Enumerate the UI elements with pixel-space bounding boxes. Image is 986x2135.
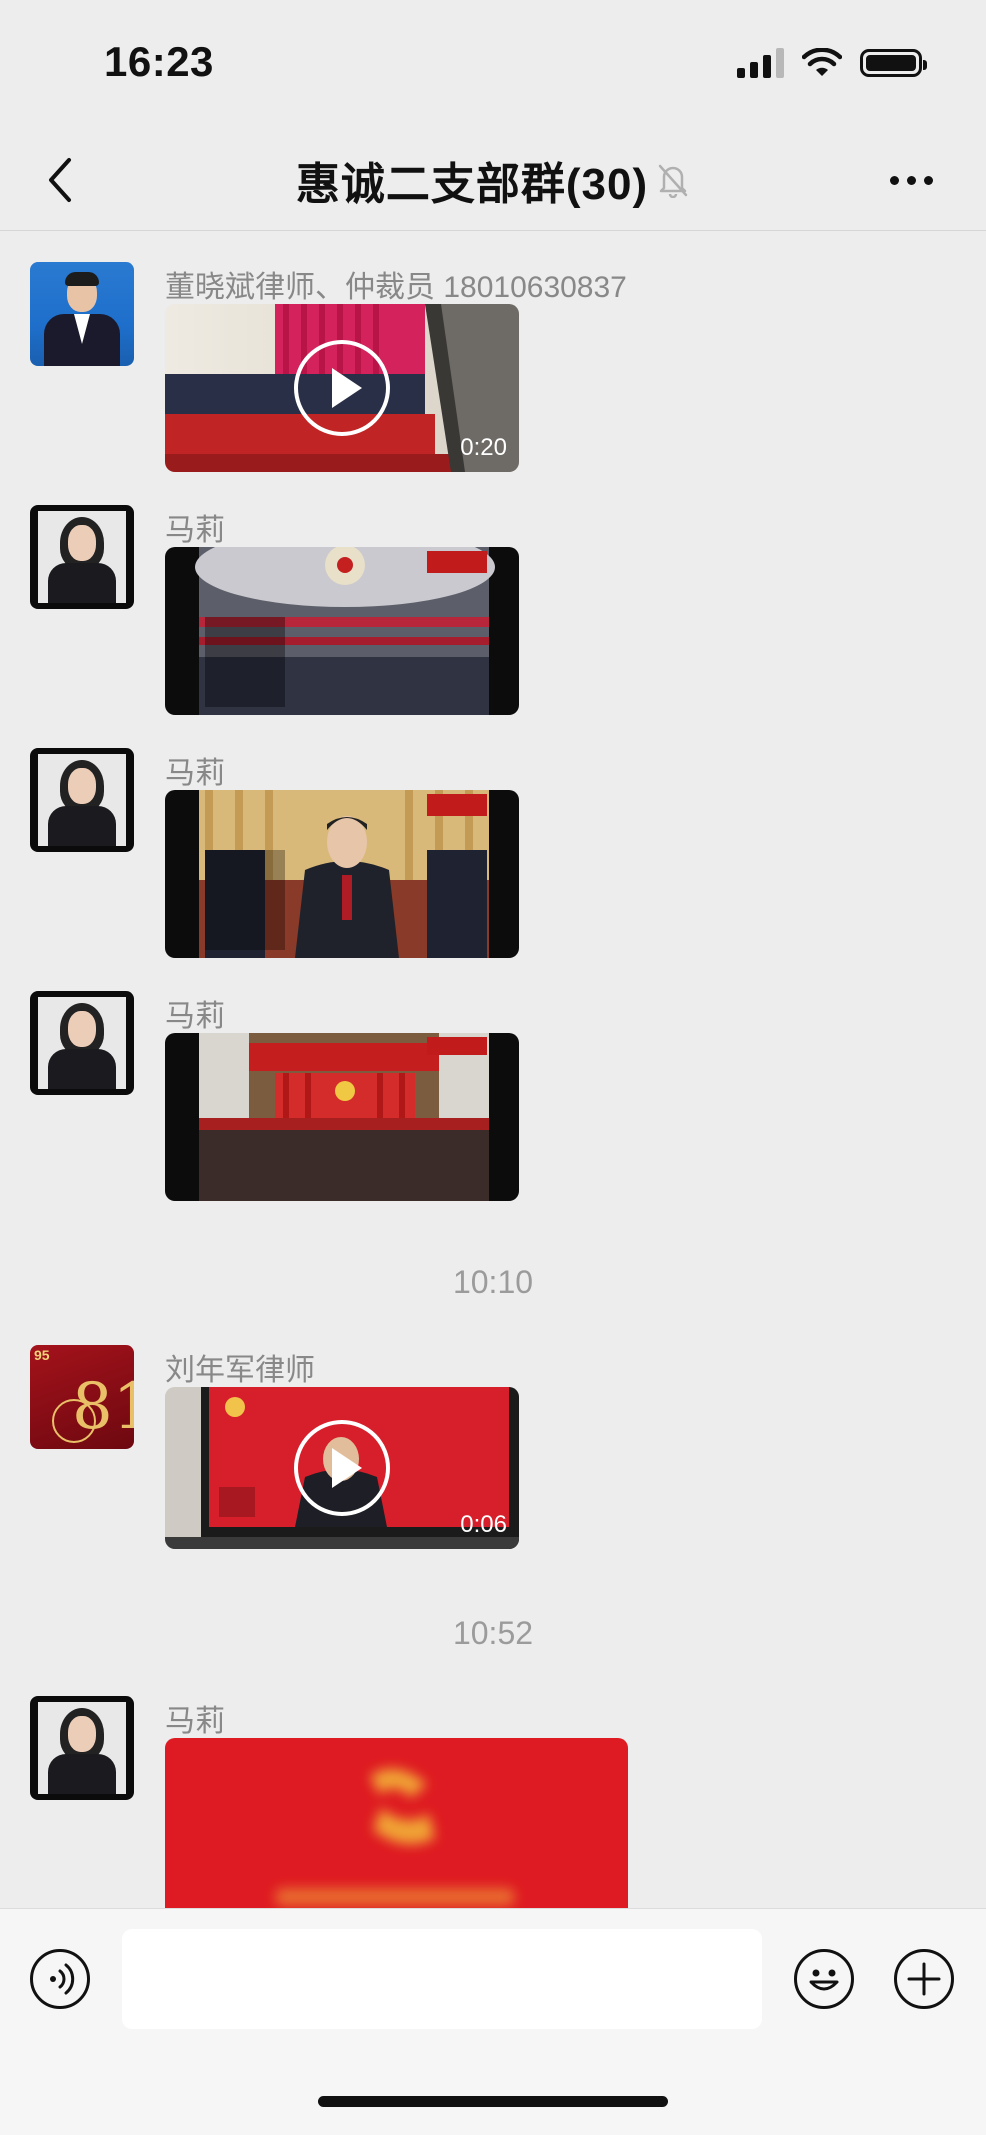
status-time: 16:23	[104, 38, 214, 85]
video-duration: 0:06	[460, 1511, 507, 1538]
play-icon	[294, 340, 390, 436]
message-item: 马莉	[0, 505, 986, 715]
timestamp: 10:52	[452, 1615, 534, 1651]
avatar[interactable]	[30, 748, 134, 852]
nav-bar: 惠诚二支部群(30)	[0, 130, 986, 231]
timestamp: 10:10	[452, 1264, 534, 1300]
more-button[interactable]	[876, 150, 946, 210]
message-input[interactable]	[122, 1929, 762, 2029]
avatar[interactable]	[30, 505, 134, 609]
emoji-icon	[809, 1969, 839, 1991]
message-item: 马莉	[0, 991, 986, 1201]
avatar[interactable]	[30, 1696, 134, 1800]
sender-name: 马莉	[165, 514, 225, 547]
status-bar: 16:23	[0, 0, 986, 130]
video-thumbnail[interactable]: 0:06	[165, 1387, 519, 1549]
avatar[interactable]	[30, 991, 134, 1095]
video-thumbnail[interactable]: 0:20	[165, 304, 519, 472]
voice-button[interactable]	[30, 1949, 90, 2009]
sender-name: 刘年军律师	[165, 1354, 315, 1387]
message-item: 95 81 刘年军律师 0:06	[0, 1345, 986, 1560]
message-item: 董晓斌律师、仲裁员 18010630837 0:20	[0, 262, 986, 477]
plus-icon	[907, 1962, 941, 1996]
home-indicator	[318, 2096, 668, 2107]
status-icons	[737, 48, 927, 78]
video-thumbnail[interactable]	[165, 547, 519, 715]
video-thumbnail[interactable]	[165, 790, 519, 958]
video-thumbnail[interactable]	[165, 1033, 519, 1201]
signal-icon	[737, 48, 784, 78]
sender-name: 马莉	[165, 757, 225, 790]
battery-icon	[860, 49, 927, 77]
sender-name: 马莉	[165, 1000, 225, 1033]
emoji-button[interactable]	[794, 1949, 854, 2009]
sender-name: 马莉	[165, 1705, 225, 1738]
message-item: 马莉	[0, 748, 986, 958]
more-icon	[889, 175, 899, 185]
bell-slash-icon	[656, 162, 690, 198]
chat-title: 惠诚二支部群(30)	[295, 160, 649, 209]
avatar[interactable]	[30, 262, 134, 366]
video-duration: 0:20	[460, 434, 507, 461]
message-item: 马莉	[0, 1696, 986, 1938]
wifi-icon	[802, 48, 842, 76]
nav-title-group: 惠诚二支部群(30)	[0, 150, 986, 210]
sender-name: 董晓斌律师、仲裁员 18010630837	[165, 271, 627, 304]
play-icon	[294, 1420, 390, 1516]
avatar[interactable]: 95 81	[30, 1345, 134, 1449]
plus-button[interactable]	[894, 1949, 954, 2009]
voice-icon	[50, 1963, 75, 1995]
